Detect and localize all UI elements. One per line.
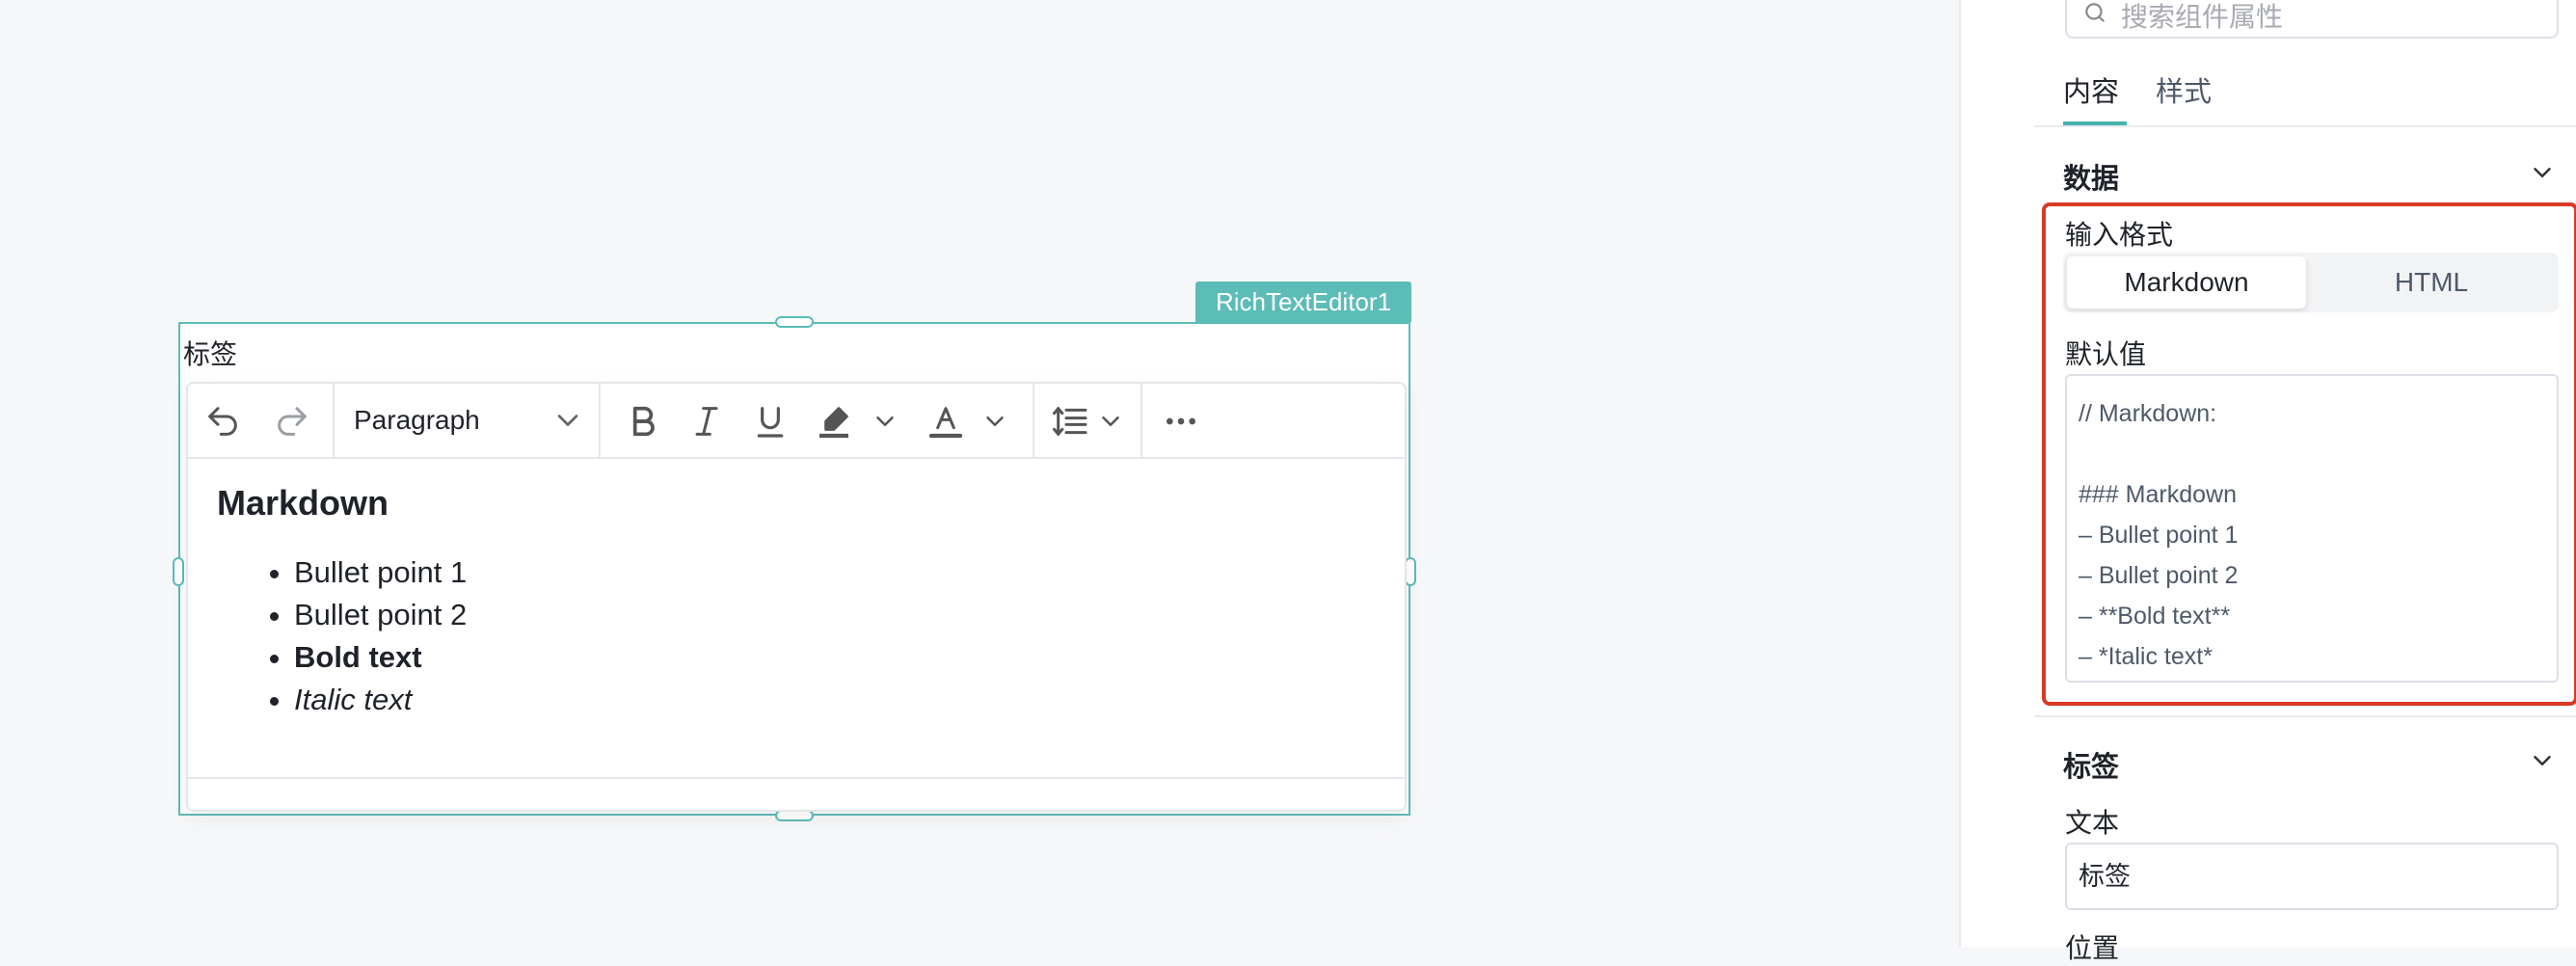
section-title-data[interactable]: 数据 — [2063, 156, 2119, 197]
format-option-html[interactable]: HTML — [2312, 256, 2551, 309]
editor-content[interactable]: Markdown Bullet point 1 Bullet point 2 B… — [217, 480, 1376, 721]
content-heading: Markdown — [217, 483, 389, 523]
line-height-dropdown-chevron-icon[interactable] — [1096, 402, 1125, 441]
underline-icon[interactable] — [751, 402, 790, 441]
tab-style[interactable]: 样式 — [2156, 69, 2212, 110]
default-value-textarea[interactable]: // Markdown: ### Markdown – Bullet point… — [2065, 374, 2559, 683]
redo-icon[interactable] — [273, 402, 311, 441]
section-divider — [2034, 715, 2576, 717]
format-option-markdown[interactable]: Markdown — [2067, 256, 2306, 309]
component-name-tag: RichTextEditor1 — [1195, 282, 1411, 322]
list-item: Bold text — [294, 636, 1376, 679]
highlight-icon[interactable] — [815, 402, 853, 441]
bold-icon[interactable] — [624, 402, 662, 441]
bullet-list: Bullet point 1 Bullet point 2 Bold text … — [217, 551, 1376, 721]
default-value-label: 默认值 — [2065, 339, 2147, 369]
highlight-dropdown-chevron-icon[interactable] — [871, 402, 899, 441]
property-search[interactable]: 搜索组件属性 — [2065, 0, 2559, 39]
font-color-icon[interactable] — [926, 402, 965, 441]
resize-handle-left[interactable] — [173, 557, 184, 586]
format-segmented-control: Markdown HTML — [2063, 253, 2559, 312]
active-tab-indicator — [2063, 121, 2127, 125]
editor-toolbar: Paragraph — [188, 384, 1405, 459]
font-color-dropdown-chevron-icon[interactable] — [980, 402, 1009, 441]
chevron-down-icon — [550, 403, 585, 438]
chevron-down-icon[interactable] — [2528, 158, 2557, 187]
position-field-label: 位置 — [2065, 933, 2120, 963]
list-item: Italic text — [294, 679, 1376, 721]
list-item: Bullet point 1 — [294, 551, 1376, 594]
section-title-label[interactable]: 标签 — [2063, 744, 2119, 785]
rich-text-editor[interactable]: Paragraph Markdown • Bullet point 1 • Bu… — [186, 382, 1407, 812]
italic-icon[interactable] — [687, 402, 726, 441]
component-label: 标签 — [183, 339, 238, 369]
search-icon — [2082, 0, 2107, 25]
text-field-label: 文本 — [2065, 808, 2120, 838]
line-height-icon[interactable] — [1052, 402, 1090, 441]
more-icon[interactable] — [1162, 402, 1200, 441]
list-item: Bullet point 2 — [294, 594, 1376, 636]
undo-icon[interactable] — [203, 402, 242, 441]
chevron-down-icon[interactable] — [2528, 746, 2557, 775]
block-format-value: Paragraph — [354, 405, 480, 435]
tab-content[interactable]: 内容 — [2063, 69, 2119, 110]
editor-footer-divider — [188, 777, 1405, 779]
tabs-divider — [2034, 125, 2576, 127]
resize-handle-top[interactable] — [775, 316, 814, 328]
input-format-label: 输入格式 — [2065, 220, 2174, 250]
block-format-select[interactable]: Paragraph — [354, 399, 585, 442]
search-placeholder: 搜索组件属性 — [2121, 2, 2284, 32]
label-text-input[interactable]: 标签 — [2065, 843, 2559, 910]
